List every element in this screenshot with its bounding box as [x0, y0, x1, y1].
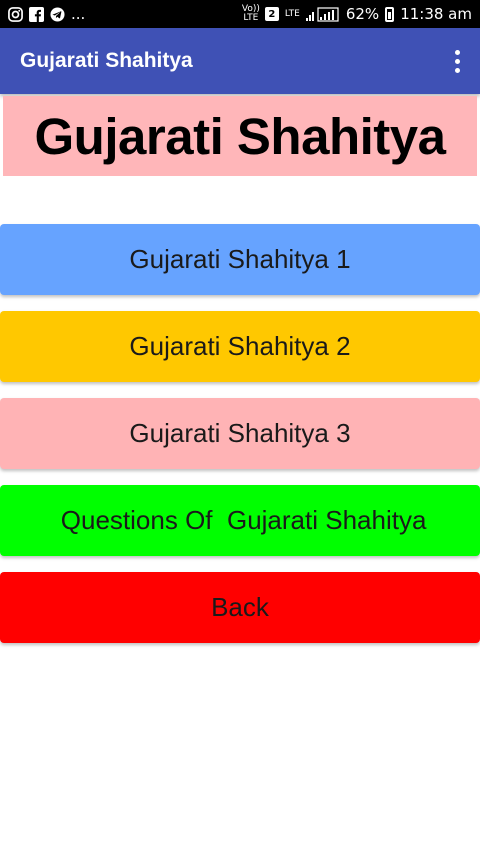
status-right: Vo)) LTE 2 LTE 62% 11:38 am [241, 4, 472, 24]
instagram-icon [8, 6, 23, 22]
app-bar: Gujarati Shahitya [0, 28, 480, 94]
volte-indicator: Vo)) LTE [241, 4, 260, 23]
battery-icon [385, 6, 395, 22]
gujarati-shahitya-3-button[interactable]: Gujarati Shahitya 3 [0, 398, 480, 469]
gujarati-shahitya-2-button[interactable]: Gujarati Shahitya 2 [0, 311, 480, 382]
signal-icon [305, 6, 340, 22]
app-title: Gujarati Shahitya [20, 49, 193, 72]
back-button[interactable]: Back [0, 572, 480, 643]
status-left: ... [8, 5, 85, 23]
status-bar: ... Vo)) LTE 2 LTE 62% 11:38 am [0, 0, 480, 28]
gujarati-shahitya-1-button[interactable]: Gujarati Shahitya 1 [0, 224, 480, 295]
questions-button[interactable]: Questions Of Gujarati Shahitya [0, 485, 480, 556]
header-banner: Gujarati Shahitya [3, 96, 477, 176]
battery-percent: 62% [345, 5, 380, 23]
clock: 11:38 am [400, 5, 472, 23]
more-notifications: ... [71, 5, 86, 23]
header-title: Gujarati Shahitya [34, 107, 446, 165]
facebook-icon [29, 6, 44, 22]
more-vert-icon[interactable] [449, 44, 466, 79]
lte-indicator: LTE [284, 8, 300, 19]
telegram-icon [50, 6, 65, 22]
sim-indicator: 2 [264, 7, 279, 21]
